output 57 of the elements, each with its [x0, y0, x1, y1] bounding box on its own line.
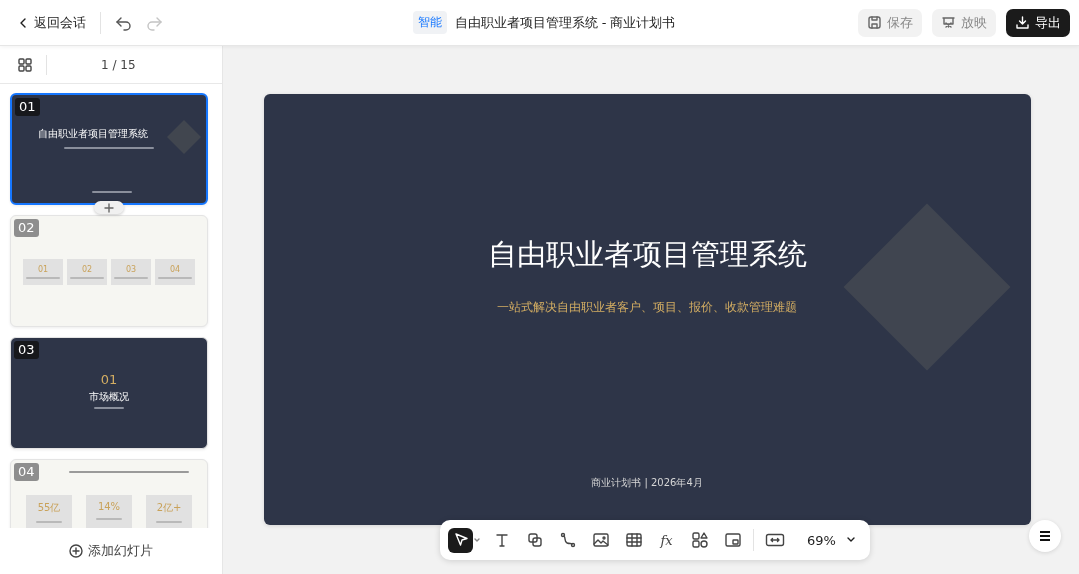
text-line [156, 521, 182, 523]
download-icon [1015, 15, 1030, 30]
page-indicator: 1 / 15 [101, 57, 136, 72]
add-circle-icon [69, 544, 83, 558]
section-number: 01 [100, 372, 118, 387]
add-slide-button[interactable]: 添加幻灯片 [69, 542, 153, 560]
stat-value: 14% [97, 501, 121, 512]
slide-title: 自由职业者项目管理系统 [487, 236, 807, 273]
text-line [26, 277, 60, 279]
image-icon [591, 531, 610, 549]
text-line [92, 191, 132, 193]
fit-icon [764, 532, 785, 548]
stat-value: 2亿+ [156, 501, 182, 515]
zoom-dropdown[interactable]: 69% [807, 532, 856, 548]
table-icon [624, 531, 643, 549]
slide-number: 01 [15, 98, 40, 116]
thumbnail-title: 市场概况 [89, 390, 129, 404]
projector-icon [941, 15, 956, 30]
slide-number: 04 [14, 463, 39, 481]
slide-thumbnail[interactable]: 01 市场概况 03 [10, 337, 208, 449]
stat-value: 55亿 [37, 501, 61, 515]
card-number: 01 [37, 265, 49, 274]
caret-icon [473, 537, 481, 543]
card-number: 03 [125, 265, 137, 274]
text-line [158, 277, 192, 279]
formula-tool[interactable]: fx [654, 527, 679, 553]
grid-view-button[interactable] [18, 57, 32, 72]
smart-badge: 智能 [412, 11, 447, 34]
text-line [36, 521, 62, 523]
text-line [70, 277, 104, 279]
card-number: 04 [169, 265, 181, 274]
slide-number: 02 [14, 219, 39, 237]
text-line [96, 518, 122, 520]
text-line [114, 277, 148, 279]
connector-icon [558, 531, 577, 549]
select-tool[interactable] [448, 527, 473, 553]
slide-number: 03 [14, 341, 39, 359]
grid-icon [18, 57, 32, 72]
back-button[interactable]: 返回会话 [18, 13, 86, 32]
slide-subtitle: 一站式解决自由职业者客户、项目、报价、收款管理难题 [497, 299, 797, 316]
card-number: 02 [81, 265, 93, 274]
media-icon [723, 531, 742, 549]
slide-thumbnail[interactable]: 自由职业者项目管理系统 01 [10, 93, 208, 205]
insert-slide-button[interactable] [94, 201, 124, 214]
menu-button[interactable] [1029, 520, 1061, 552]
components-icon [690, 531, 709, 549]
back-icon [18, 16, 28, 29]
shapes-icon [525, 531, 544, 549]
document-title: 自由职业者项目管理系统 - 商业计划书 [454, 13, 676, 32]
menu-icon [1038, 529, 1052, 543]
text-line [94, 407, 124, 409]
floppy-icon [867, 15, 882, 30]
caret-icon [845, 536, 856, 544]
export-button[interactable]: 导出 [1006, 8, 1070, 37]
plus-icon [104, 202, 114, 213]
slide-footer: 商业计划书 | 2026年4月 [591, 476, 703, 490]
thumbnail-title: 自由职业者项目管理系统 [38, 127, 148, 141]
